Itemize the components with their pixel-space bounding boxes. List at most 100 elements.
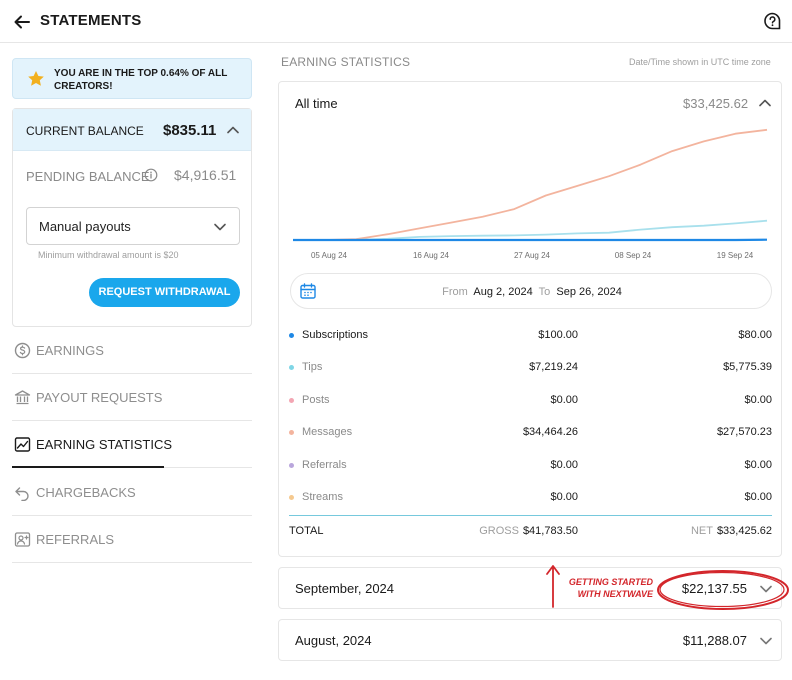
chart-x-tick-label: 19 Sep 24 [717, 251, 754, 260]
nav-label: PAYOUT REQUESTS [36, 390, 163, 405]
net-value: $0.00 [744, 491, 772, 503]
pending-balance-label: PENDING BALANCE [26, 169, 150, 184]
nav-label: EARNINGS [36, 343, 104, 358]
to-label: To [538, 286, 551, 298]
total-net: NET $33,425.62 [691, 525, 772, 537]
net-value: $27,570.23 [716, 426, 772, 438]
gross-value: $0.00 [550, 459, 578, 471]
dollar-circle-icon [14, 342, 31, 359]
balance-card: CURRENT BALANCE $835.11 PENDING BALANCE … [12, 108, 252, 327]
nav-label: CHARGEBACKS [36, 485, 136, 500]
annotation-line-2: WITH NEXTWAVE [577, 589, 653, 599]
source-name: Tips [302, 361, 323, 373]
earnings-line-chart: 05 Aug 24 16 Aug 24 27 Aug 24 08 Sep 24 19 S… [291, 122, 771, 262]
from-date: Aug 2, 2024 [473, 286, 533, 298]
question-bubble-icon[interactable] [763, 12, 782, 31]
month-value: $11,288.07 [682, 633, 747, 648]
gross-value: $100.00 [538, 329, 578, 341]
app-header: STATEMENTS [0, 0, 792, 43]
chevron-down-icon [212, 219, 228, 235]
chart-x-tick-label: 05 Aug 24 [311, 251, 348, 260]
nav-item-chargebacks[interactable]: CHARGEBACKS [12, 469, 252, 516]
current-balance-value: $835.11 [163, 122, 217, 139]
annotation-ellipse [655, 568, 791, 612]
user-plus-icon [14, 531, 31, 548]
date-range-picker[interactable]: From Aug 2, 2024 To Sep 26, 2024 [290, 273, 772, 309]
source-name: Subscriptions [302, 329, 369, 341]
table-row: Messages $34,464.26 $27,570.23 [289, 417, 772, 449]
total-label: TOTAL [289, 525, 324, 537]
month-row-august[interactable]: August, 2024 $11,288.07 [278, 619, 782, 661]
total-divider [289, 515, 772, 516]
earning-statistics-card: All time $33,425.62 05 Aug 24 16 Aug 24 27… [278, 81, 782, 557]
series-dot [289, 430, 294, 435]
series-dot [289, 495, 294, 500]
table-row: Tips $7,219.24 $5,775.39 [289, 352, 772, 384]
gross-value: $7,219.24 [529, 361, 578, 373]
nav-label: REFERRALS [36, 532, 115, 547]
top-creator-banner: YOU ARE IN THE TOP 0.64% OF ALL CREATORS… [12, 58, 252, 99]
annotation-text: GETTING STARTED WITH NEXTWAVE [561, 576, 653, 600]
payout-method-value: Manual payouts [39, 219, 131, 234]
banner-text: YOU ARE IN THE TOP 0.64% OF ALL CREATORS… [54, 68, 228, 92]
nav-item-payout-requests[interactable]: PAYOUT REQUESTS [12, 374, 252, 421]
request-withdrawal-button[interactable]: REQUEST WITHDRAWAL [89, 278, 240, 307]
source-name: Referrals [302, 459, 347, 471]
source-name: Posts [302, 394, 330, 406]
undo-arrow-icon [14, 484, 31, 501]
net-tag: NET [690, 525, 713, 537]
month-label: August, 2024 [295, 633, 372, 648]
gross-total-value: $41,783.50 [522, 525, 578, 537]
chevron-up-icon[interactable] [225, 122, 241, 138]
total-row: TOTAL GROSS $41,783.50 NET $33,425.62 [289, 522, 772, 542]
nav-item-earnings[interactable]: EARNINGS [12, 327, 252, 374]
gross-value: $0.00 [550, 394, 578, 406]
timezone-note: Date/Time shown in UTC time zone [629, 57, 771, 67]
chevron-down-icon [758, 633, 774, 649]
net-value: $0.00 [744, 394, 772, 406]
series-dot [289, 463, 294, 468]
gross-value: $34,464.26 [522, 426, 578, 438]
current-balance-label: CURRENT BALANCE [26, 124, 144, 138]
trend-chart-icon [14, 436, 31, 453]
nav-item-referrals[interactable]: REFERRALS [12, 516, 252, 563]
table-row: Referrals $0.00 $0.00 [289, 450, 772, 482]
annotation-arrow-icon [544, 563, 562, 609]
period-total: $33,425.62 [683, 96, 749, 111]
info-icon[interactable] [144, 168, 158, 182]
bank-icon [14, 389, 31, 406]
net-value: $0.00 [744, 459, 772, 471]
series-dot [289, 398, 294, 403]
nav-active-indicator [12, 466, 164, 468]
net-value: $80.00 [738, 329, 772, 341]
chevron-up-icon[interactable] [757, 95, 773, 111]
from-label: From [442, 286, 468, 298]
date-range-text: From Aug 2, 2024 To Sep 26, 2024 [291, 286, 773, 298]
gross-value: $0.00 [550, 491, 578, 503]
current-balance-header[interactable]: CURRENT BALANCE $835.11 [13, 109, 251, 151]
net-value: $5,775.39 [723, 361, 772, 373]
table-row: Subscriptions $100.00 $80.00 [289, 320, 772, 352]
total-gross: GROSS $41,783.50 [479, 525, 578, 537]
month-label: September, 2024 [295, 581, 395, 596]
table-row: Streams $0.00 $0.00 [289, 482, 772, 514]
nav-label: EARNING STATISTICS [36, 437, 173, 452]
nav-item-earning-statistics[interactable]: EARNING STATISTICS [12, 421, 252, 468]
chart-x-tick-label: 16 Aug 24 [413, 251, 450, 260]
section-title: EARNING STATISTICS [281, 55, 411, 69]
min-withdrawal-note: Minimum withdrawal amount is $20 [38, 250, 179, 260]
chart-x-tick-label: 08 Sep 24 [615, 251, 652, 260]
chart-x-tick-label: 27 Aug 24 [514, 251, 551, 260]
series-dot [289, 365, 294, 370]
source-name: Messages [302, 426, 353, 438]
pending-balance-value: $4,916.51 [174, 167, 237, 183]
table-row: Posts $0.00 $0.00 [289, 385, 772, 417]
to-date: Sep 26, 2024 [556, 286, 622, 298]
period-label: All time [295, 96, 338, 111]
payout-method-select[interactable]: Manual payouts [26, 207, 240, 245]
annotation-line-1: GETTING STARTED [568, 577, 653, 587]
arrow-left-icon[interactable] [12, 12, 32, 32]
star-icon [27, 70, 45, 88]
source-name: Streams [302, 491, 343, 503]
series-dot [289, 333, 294, 338]
